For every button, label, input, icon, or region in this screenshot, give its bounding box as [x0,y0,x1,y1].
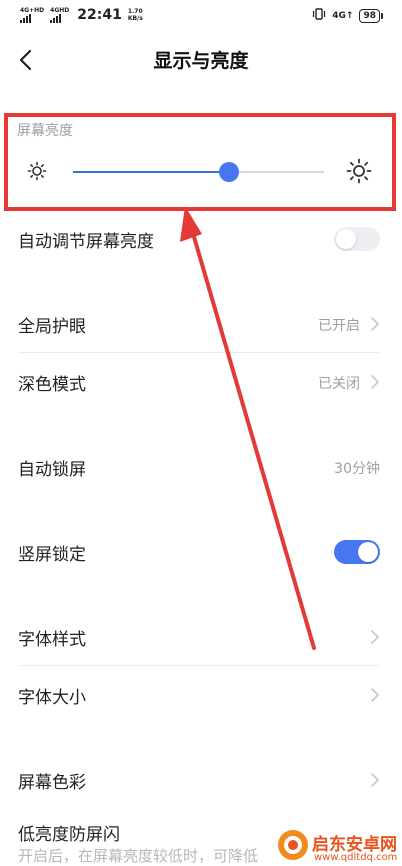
network-speed-unit: KB/s [127,15,143,22]
auto-lock-value: 30分钟 [334,461,380,477]
low-brightness-flicker-hint: 开启后，在屏幕亮度较低时，可降低 [18,847,259,865]
status-time: 22:41 [77,7,122,23]
brightness-slider[interactable] [73,162,324,182]
network-indicator-1: 4G+HD [20,7,44,23]
network-speed-value: 1.70 [127,8,143,15]
portrait-lock-toggle[interactable] [334,540,380,564]
divider [18,665,380,666]
toggle-knob [336,229,356,249]
font-style-row[interactable]: 字体样式 [0,609,402,665]
brightness-section: 屏幕亮度 [0,108,402,210]
network-speed: 1.70 KB/s [128,8,143,22]
auto-brightness-row[interactable]: 自动调节屏幕亮度 [0,211,402,267]
eye-protection-label: 全局护眼 [18,317,86,337]
brightness-slider-thumb[interactable] [218,162,239,182]
page-title: 显示与亮度 [153,50,249,72]
battery-indicator: 98 [359,8,383,23]
font-style-label: 字体样式 [18,630,86,650]
chevron-right-icon [370,629,380,649]
eye-protection-value: 已开启 [318,318,360,334]
chevron-right-icon [370,687,380,707]
status-left: 4G+HD 4GHD 22:41 1.70 KB/s [20,7,143,23]
dark-mode-row[interactable]: 深色模式 已关闭 [0,354,402,410]
toggle-knob [358,542,378,562]
sun-large-icon [346,158,372,188]
brightness-slider-fill [73,171,229,173]
portrait-lock-row[interactable]: 竖屏锁定 [0,524,402,580]
font-size-row[interactable]: 字体大小 [0,667,402,723]
dark-mode-value: 已关闭 [318,376,360,392]
chevron-right-icon [370,374,380,394]
dark-mode-label: 深色模式 [18,375,86,395]
chevron-right-icon [370,772,380,792]
screen-color-row[interactable]: 屏幕色彩 [0,752,402,808]
chevron-right-icon [370,316,380,336]
auto-brightness-toggle[interactable] [334,227,380,251]
watermark: 启东安卓网 www.qdltdq.com [276,828,402,866]
mobile-data-indicator: 4G↑ [332,10,354,21]
sun-small-icon [26,160,48,186]
divider [18,352,380,353]
auto-brightness-label: 自动调节屏幕亮度 [18,232,154,252]
watermark-url: www.qdltdq.com [314,852,398,863]
auto-lock-label: 自动锁屏 [18,460,86,480]
vibrate-icon [312,8,326,23]
screen-color-label: 屏幕色彩 [18,773,86,793]
low-brightness-flicker-label: 低亮度防屏闪 [18,825,120,845]
watermark-logo-icon [276,828,310,866]
font-size-label: 字体大小 [18,688,86,708]
signal-bars-icon [20,13,31,23]
status-right: 4G↑ 98 [312,8,383,23]
portrait-lock-label: 竖屏锁定 [18,545,86,565]
status-bar: 4G+HD 4GHD 22:41 1.70 KB/s 4G↑ 98 [0,0,402,32]
eye-protection-row[interactable]: 全局护眼 已开启 [0,296,402,352]
network-indicator-2: 4GHD [50,7,69,23]
signal-bars-icon [50,13,62,23]
auto-lock-row[interactable]: 自动锁屏 30分钟 [0,439,402,495]
brightness-label: 屏幕亮度 [17,123,73,139]
